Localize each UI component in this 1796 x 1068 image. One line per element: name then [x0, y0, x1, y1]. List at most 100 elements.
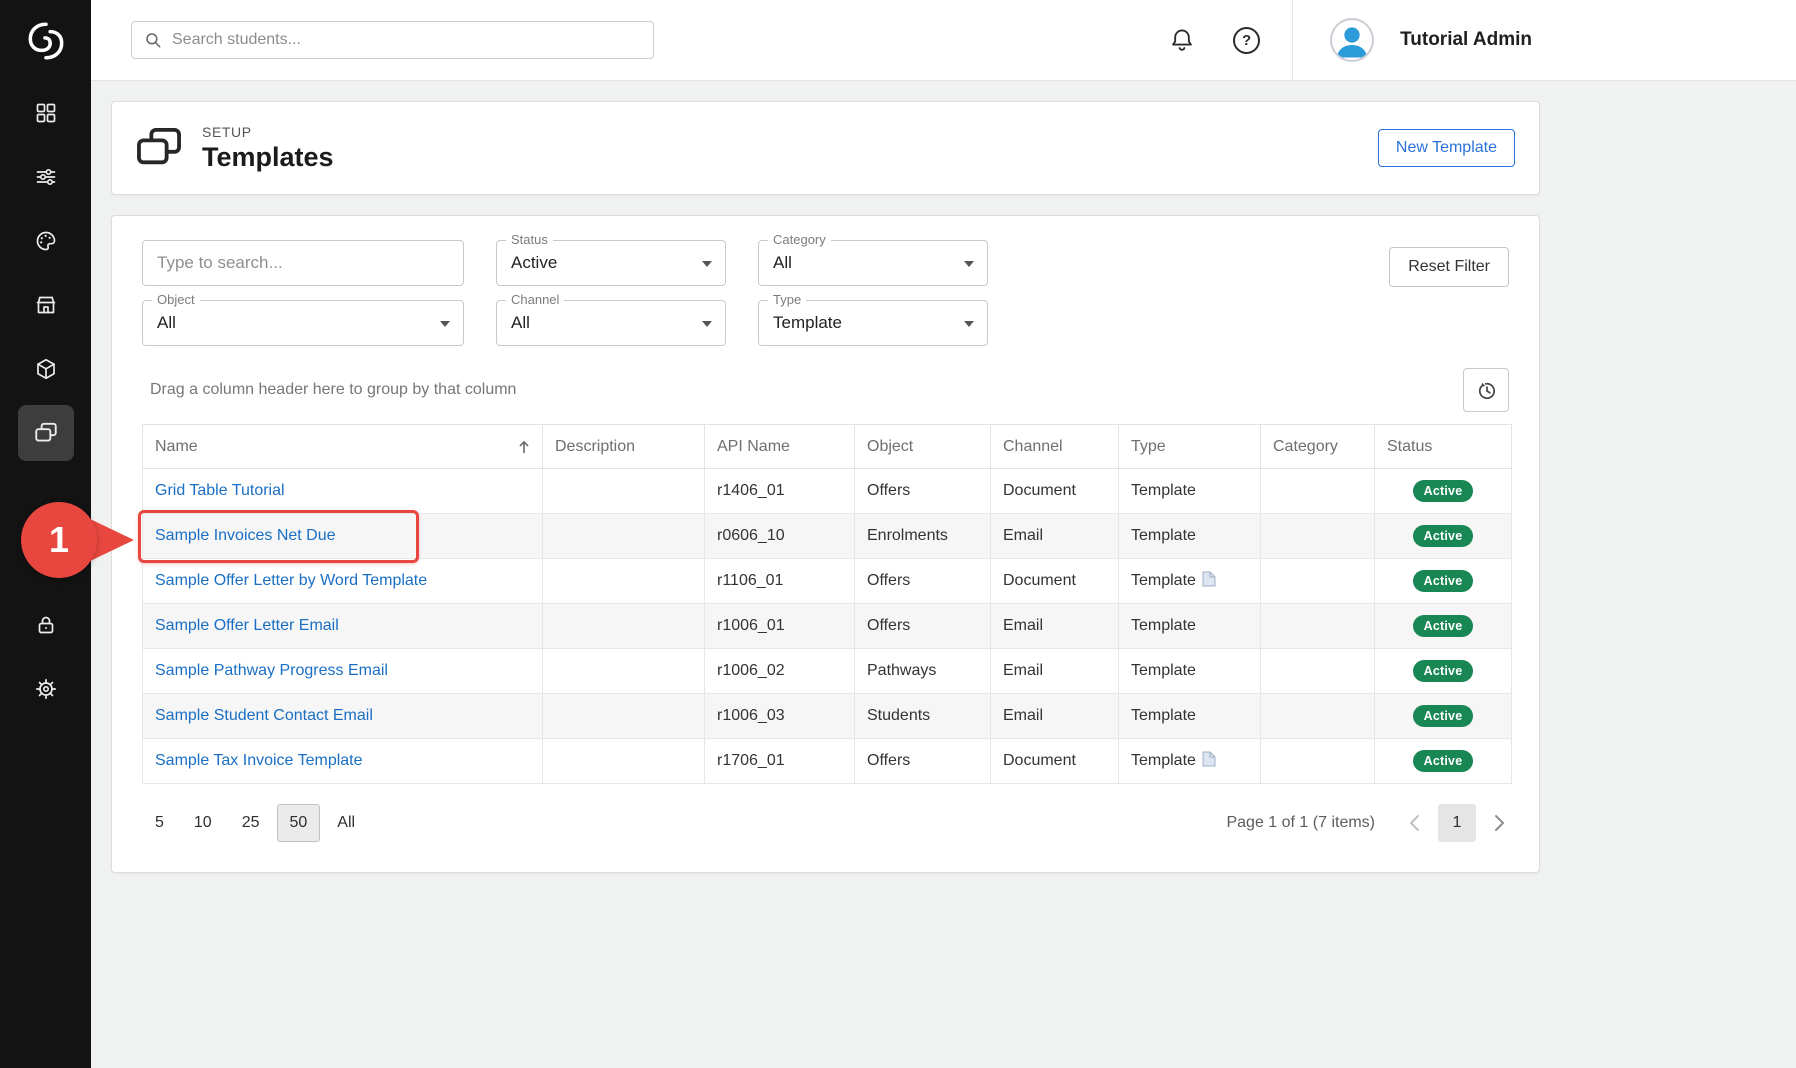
cell-api-name: r1406_01: [705, 469, 855, 514]
table-row[interactable]: Sample Invoices Net Due r0606_10 Enrolme…: [143, 514, 1512, 559]
channel-filter-label: Channel: [506, 292, 564, 307]
reset-filter-button[interactable]: Reset Filter: [1389, 247, 1509, 287]
sidebar-item-settings[interactable]: [0, 657, 91, 721]
cell-category: [1261, 694, 1375, 739]
template-link[interactable]: Sample Offer Letter by Word Template: [155, 572, 427, 589]
column-header-object[interactable]: Object: [855, 425, 991, 469]
filter-search-input[interactable]: [142, 240, 464, 286]
sidebar-item-design[interactable]: [0, 209, 91, 273]
notifications-button[interactable]: [1163, 21, 1201, 59]
cell-api-name: r0606_10: [705, 514, 855, 559]
cell-channel: Document: [991, 739, 1119, 784]
page-title: Templates: [202, 142, 334, 173]
status-filter-value: Active: [511, 253, 557, 273]
cell-object: Offers: [855, 469, 991, 514]
page-size-50[interactable]: 50: [277, 804, 321, 842]
column-header-description[interactable]: Description: [543, 425, 705, 469]
cell-status: Active: [1375, 559, 1512, 604]
cell-api-name: r1106_01: [705, 559, 855, 604]
channel-filter-value: All: [511, 313, 530, 333]
template-link[interactable]: Sample Offer Letter Email: [155, 617, 339, 634]
sidebar-item-templates[interactable]: [0, 401, 91, 465]
cell-description: [543, 604, 705, 649]
cell-category: [1261, 469, 1375, 514]
page-size-25[interactable]: 25: [229, 804, 273, 842]
search-input[interactable]: [172, 31, 641, 49]
chevron-right-icon: [1494, 814, 1505, 832]
channel-filter-select[interactable]: Channel All: [496, 300, 726, 346]
column-header-status[interactable]: Status: [1375, 425, 1512, 469]
next-page-button[interactable]: [1490, 810, 1509, 836]
column-header-type[interactable]: Type: [1119, 425, 1261, 469]
sidebar-item-store[interactable]: [0, 273, 91, 337]
page-size-10[interactable]: 10: [181, 804, 225, 842]
template-link[interactable]: Sample Invoices Net Due: [155, 527, 336, 544]
cell-object: Offers: [855, 559, 991, 604]
document-icon: [1202, 571, 1216, 592]
document-icon: [1202, 751, 1216, 772]
column-header-channel[interactable]: Channel: [991, 425, 1119, 469]
avatar-icon: [1332, 20, 1372, 60]
lock-icon: [34, 613, 58, 637]
column-header-name[interactable]: Name: [143, 425, 543, 469]
gear-icon: [34, 677, 58, 701]
cell-api-name: r1006_03: [705, 694, 855, 739]
page-size-all[interactable]: All: [324, 804, 368, 842]
table-row[interactable]: Sample Student Contact Email r1006_03 St…: [143, 694, 1512, 739]
new-template-button[interactable]: New Template: [1378, 129, 1515, 167]
status-badge: Active: [1413, 570, 1474, 592]
table-row[interactable]: Sample Offer Letter by Word Template r11…: [143, 559, 1512, 604]
cell-name: Sample Offer Letter by Word Template: [143, 559, 543, 604]
sidebar-item-controls[interactable]: [0, 145, 91, 209]
cell-channel: Email: [991, 694, 1119, 739]
cell-category: [1261, 559, 1375, 604]
robot-icon: [34, 549, 58, 573]
sidebar-item-automation[interactable]: [0, 529, 91, 593]
table-row[interactable]: Sample Pathway Progress Email r1006_02 P…: [143, 649, 1512, 694]
dropdown-caret-icon: [702, 261, 712, 267]
table-row[interactable]: Sample Offer Letter Email r1006_01 Offer…: [143, 604, 1512, 649]
help-button[interactable]: ?: [1227, 21, 1266, 60]
column-header-category[interactable]: Category: [1261, 425, 1375, 469]
reset-layout-button[interactable]: [1463, 368, 1509, 412]
cell-channel: Email: [991, 514, 1119, 559]
chevron-left-icon: [1409, 814, 1420, 832]
page-number-button[interactable]: 1: [1438, 804, 1476, 842]
table-header-row: Name Description API Name Object Channel…: [143, 425, 1512, 469]
cell-status: Active: [1375, 514, 1512, 559]
previous-page-button[interactable]: [1405, 810, 1424, 836]
column-header-api-name[interactable]: API Name: [705, 425, 855, 469]
template-link[interactable]: Grid Table Tutorial: [155, 482, 285, 499]
app-logo[interactable]: [0, 0, 91, 81]
cell-api-name: r1006_01: [705, 604, 855, 649]
table-row[interactable]: Grid Table Tutorial r1406_01 Offers Docu…: [143, 469, 1512, 514]
template-link[interactable]: Sample Tax Invoice Template: [155, 752, 363, 769]
template-link[interactable]: Sample Student Contact Email: [155, 707, 373, 724]
status-badge: Active: [1413, 705, 1474, 727]
page-size-5[interactable]: 5: [142, 804, 177, 842]
sidebar-item-products[interactable]: [0, 337, 91, 401]
templates-page-icon: [136, 127, 182, 169]
cell-name: Sample Invoices Net Due: [143, 514, 543, 559]
status-badge: Active: [1413, 480, 1474, 502]
user-menu[interactable]: Tutorial Admin: [1293, 18, 1532, 62]
sidebar-item-dashboard[interactable]: [0, 81, 91, 145]
category-filter-select[interactable]: Category All: [758, 240, 988, 286]
dropdown-caret-icon: [964, 321, 974, 327]
templates-icon: [33, 420, 59, 446]
status-badge: Active: [1413, 525, 1474, 547]
templates-table: Name Description API Name Object Channel…: [142, 424, 1512, 784]
table-row[interactable]: Sample Tax Invoice Template r1706_01 Off…: [143, 739, 1512, 784]
cell-description: [543, 739, 705, 784]
status-filter-select[interactable]: Status Active: [496, 240, 726, 286]
object-filter-select[interactable]: Object All: [142, 300, 464, 346]
template-link[interactable]: Sample Pathway Progress Email: [155, 662, 388, 679]
cell-object: Offers: [855, 604, 991, 649]
cell-object: Enrolments: [855, 514, 991, 559]
reset-layout-icon: [1475, 379, 1498, 402]
type-filter-select[interactable]: Type Template: [758, 300, 988, 346]
cell-api-name: r1706_01: [705, 739, 855, 784]
sidebar-item-security[interactable]: [0, 593, 91, 657]
object-filter-value: All: [157, 313, 176, 333]
global-search[interactable]: [131, 21, 654, 59]
